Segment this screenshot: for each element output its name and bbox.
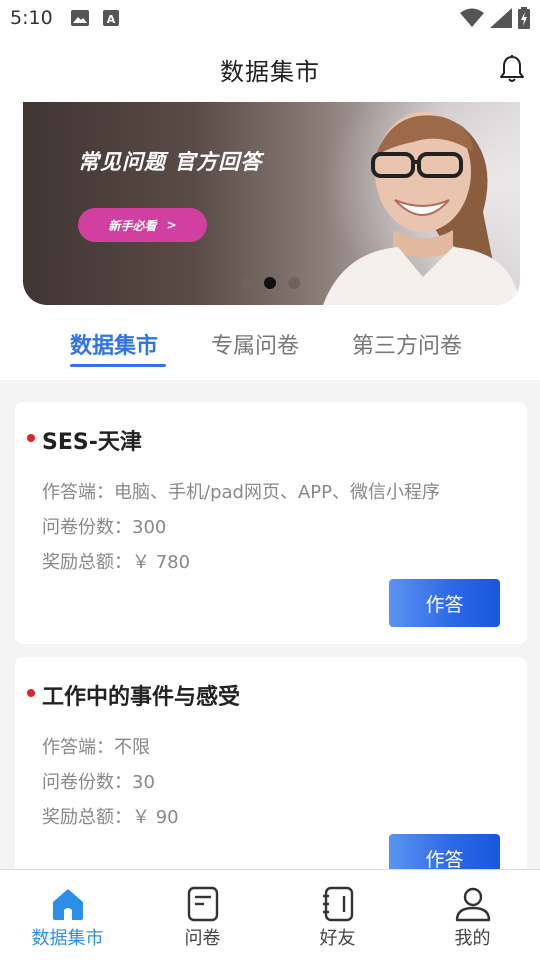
carousel-dot[interactable] xyxy=(288,277,300,289)
bottom-navigation: 数据集市 问卷 好友 我的 xyxy=(0,869,540,960)
tab-exclusive-surveys[interactable]: 专属问卷 xyxy=(211,328,299,360)
beginner-guide-button[interactable]: 新手必看 > xyxy=(78,208,207,242)
carousel-dot-active[interactable] xyxy=(264,277,276,289)
app-notification-icon: A xyxy=(102,10,119,26)
app-header: 数据集市 xyxy=(0,36,540,102)
nav-item-friends[interactable]: 好友 xyxy=(270,870,405,960)
category-tabs: 数据集市 专属问卷 第三方问卷 xyxy=(0,326,540,374)
battery-icon xyxy=(518,7,530,29)
answer-button[interactable]: 作答 xyxy=(389,579,500,627)
bullet-dot xyxy=(27,434,35,442)
survey-device: 作答端：电脑、手机/pad网页、APP、微信小程序 xyxy=(42,482,440,503)
contacts-icon xyxy=(322,886,353,922)
survey-card[interactable]: 工作中的事件与感受 作答端：不限 问卷份数：30 奖励总额：￥ 90 作答 xyxy=(15,657,527,899)
survey-icon xyxy=(187,886,218,922)
chevron-right-icon: > xyxy=(166,218,177,232)
tab-data-market[interactable]: 数据集市 xyxy=(70,328,158,360)
nav-item-surveys[interactable]: 问卷 xyxy=(135,870,270,960)
nav-label: 好友 xyxy=(319,928,356,949)
survey-copies: 问卷份数：30 xyxy=(42,772,155,793)
nav-item-profile[interactable]: 我的 xyxy=(405,870,540,960)
profile-icon xyxy=(455,887,490,922)
banner-person-image xyxy=(323,112,520,305)
carousel-dot[interactable] xyxy=(240,277,252,289)
wifi-icon xyxy=(460,8,484,27)
page-title: 数据集市 xyxy=(220,57,320,86)
image-notification-icon xyxy=(70,10,89,26)
svg-text:A: A xyxy=(106,13,115,26)
tab-third-party-surveys[interactable]: 第三方问卷 xyxy=(352,328,462,360)
nav-label: 我的 xyxy=(454,928,491,949)
carousel-indicator[interactable] xyxy=(240,277,300,289)
survey-title: SES-天津 xyxy=(42,430,142,455)
bullet-dot xyxy=(27,689,35,697)
beginner-guide-label: 新手必看 xyxy=(108,218,157,233)
survey-copies: 问卷份数：300 xyxy=(42,517,167,538)
nav-item-data-market[interactable]: 数据集市 xyxy=(0,870,135,960)
signal-icon xyxy=(490,8,512,28)
notification-bell-icon[interactable] xyxy=(498,54,526,84)
survey-title: 工作中的事件与感受 xyxy=(42,685,241,710)
top-area: 常见问题 官方回答 新手必看 > 数据集市 专属问卷 第三方问卷 xyxy=(0,102,540,380)
nav-label: 数据集市 xyxy=(31,928,104,949)
promo-banner[interactable]: 常见问题 官方回答 新手必看 > xyxy=(23,102,520,305)
banner-headline: 常见问题 官方回答 xyxy=(78,150,263,174)
survey-reward: 奖励总额：￥ 90 xyxy=(42,807,179,828)
nav-label: 问卷 xyxy=(184,928,221,949)
status-time: 5:10 xyxy=(10,7,53,29)
survey-device: 作答端：不限 xyxy=(42,737,150,758)
survey-reward: 奖励总额：￥ 780 xyxy=(42,552,191,573)
active-tab-indicator xyxy=(70,364,166,367)
survey-card[interactable]: SES-天津 作答端：电脑、手机/pad网页、APP、微信小程序 问卷份数：30… xyxy=(15,402,527,644)
home-icon xyxy=(52,889,83,920)
status-bar: 5:10 A xyxy=(0,0,540,36)
